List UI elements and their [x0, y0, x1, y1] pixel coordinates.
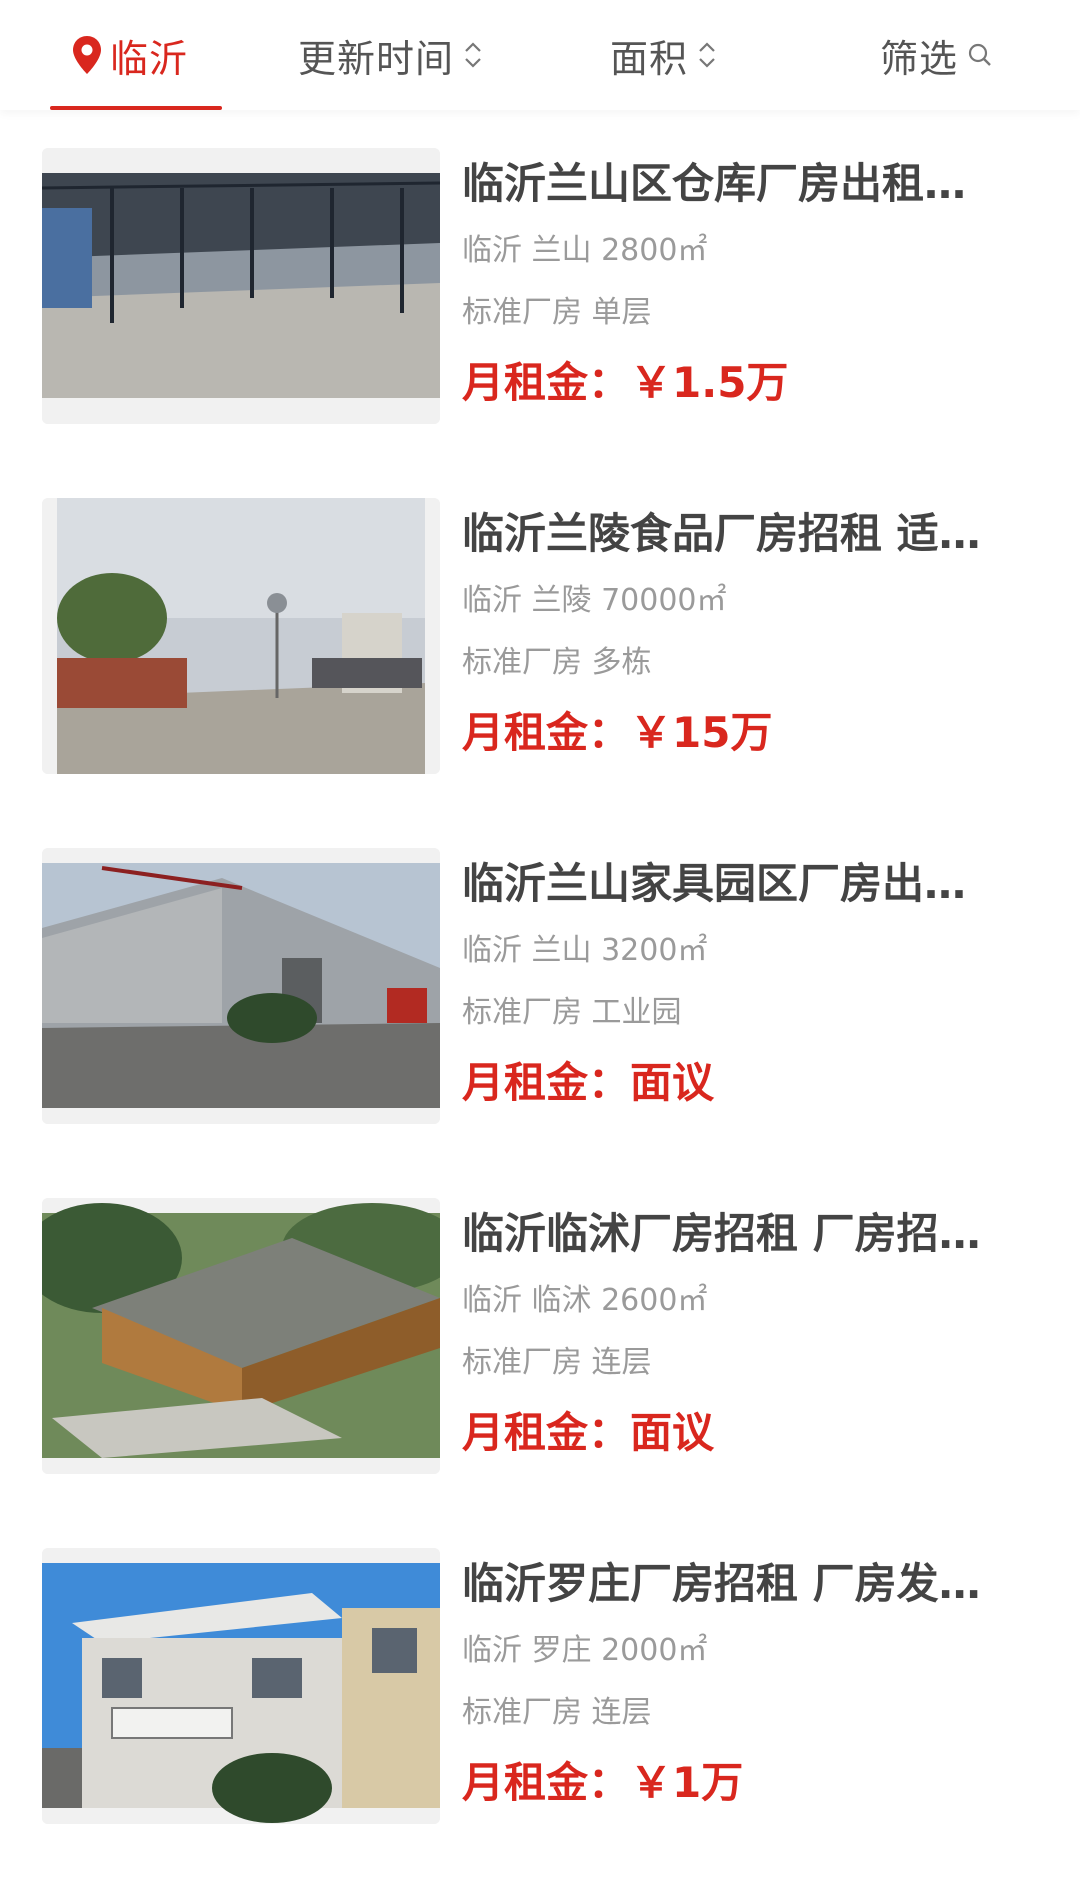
- tab-city-label: 临沂: [110, 36, 189, 81]
- warehouse-interior-photo: [42, 148, 440, 424]
- price-value: ￥1.5万: [630, 358, 789, 407]
- price-label: 月租金：: [462, 1408, 631, 1457]
- filter-bar: 临沂 更新时间 面积 筛选: [0, 0, 1080, 110]
- location-pin-icon: [72, 35, 102, 75]
- listing-location-area: 临沂 兰山 3200㎡: [462, 933, 708, 968]
- listing-info: 临沂兰山区仓库厂房出租… 临沂 兰山 2800㎡ 标准厂房 单层 月租金：￥1.…: [462, 148, 1022, 421]
- listing-tags: 标准厂房 多栋: [462, 645, 652, 680]
- listing-location-area: 临沂 兰陵 70000㎡: [462, 583, 727, 618]
- industrial-park-building-photo: [42, 848, 440, 1124]
- tab-filter[interactable]: 筛选: [880, 0, 994, 110]
- listing-location-area: 临沂 临沭 2600㎡: [462, 1283, 708, 1318]
- listing-title[interactable]: 临沂兰陵食品厂房招租 适…: [462, 506, 1022, 562]
- office-building-photo: [42, 1548, 440, 1824]
- listing-card[interactable]: 临沂罗庄厂房招租 厂房发… 临沂 罗庄 2000㎡ 标准厂房 连层 月租金：￥1…: [0, 1510, 1080, 1860]
- price-value: ￥1万: [630, 1758, 744, 1807]
- listing-tags: 标准厂房 单层: [462, 295, 652, 330]
- listing-title[interactable]: 临沂兰山区仓库厂房出租…: [462, 156, 1022, 212]
- listing-thumbnail: [42, 498, 440, 774]
- tab-city[interactable]: 临沂: [50, 0, 222, 110]
- listing-thumbnail: [42, 1198, 440, 1474]
- listing-info: 临沂兰山家具园区厂房出… 临沂 兰山 3200㎡ 标准厂房 工业园 月租金：面议: [462, 848, 1022, 1121]
- listing-title[interactable]: 临沂罗庄厂房招租 厂房发…: [462, 1556, 1022, 1612]
- search-icon: [966, 40, 994, 70]
- listing-price: 月租金：￥1.5万: [462, 354, 1022, 421]
- listing-info: 临沂兰陵食品厂房招租 适… 临沂 兰陵 70000㎡ 标准厂房 多栋 月租金：￥…: [462, 498, 1022, 771]
- listing-card[interactable]: 临沂兰陵食品厂房招租 适… 临沂 兰陵 70000㎡ 标准厂房 多栋 月租金：￥…: [0, 460, 1080, 810]
- listing-card[interactable]: 临沂兰山家具园区厂房出… 临沂 兰山 3200㎡ 标准厂房 工业园 月租金：面议: [0, 810, 1080, 1160]
- listing-card[interactable]: 临沂兰山区仓库厂房出租… 临沂 兰山 2800㎡ 标准厂房 单层 月租金：￥1.…: [0, 110, 1080, 460]
- listing-tags: 标准厂房 连层: [462, 1695, 652, 1730]
- price-label: 月租金：: [462, 358, 631, 407]
- price-value: 面议: [630, 1058, 715, 1107]
- tab-filter-label: 筛选: [880, 36, 959, 81]
- listing-card[interactable]: 临沂临沭厂房招租 厂房招… 临沂 临沭 2600㎡ 标准厂房 连层 月租金：面议: [0, 1160, 1080, 1510]
- price-value: ￥15万: [630, 708, 773, 757]
- listing-thumbnail: [42, 848, 440, 1124]
- tab-sort-update-time-label: 更新时间: [298, 36, 455, 81]
- factory-rendering-photo: [42, 1198, 440, 1474]
- listing-thumbnail: [42, 1548, 440, 1824]
- tab-sort-update-time[interactable]: 更新时间: [298, 0, 484, 110]
- listing-info: 临沂罗庄厂房招租 厂房发… 临沂 罗庄 2000㎡ 标准厂房 连层 月租金：￥1…: [462, 1548, 1022, 1821]
- factory-gate-photo: [42, 498, 440, 774]
- listing-tags: 标准厂房 连层: [462, 1345, 652, 1380]
- sort-updown-icon: [696, 38, 718, 72]
- listing-tags: 标准厂房 工业园: [462, 995, 682, 1030]
- tab-sort-area[interactable]: 面积: [610, 0, 718, 110]
- listing-thumbnail: [42, 148, 440, 424]
- listing-title[interactable]: 临沂兰山家具园区厂房出…: [462, 856, 1022, 912]
- listing-price: 月租金：￥15万: [462, 704, 1022, 771]
- listing-location-area: 临沂 兰山 2800㎡: [462, 233, 708, 268]
- listing-location-area: 临沂 罗庄 2000㎡: [462, 1633, 708, 1668]
- listing-price: 月租金：面议: [462, 1404, 1022, 1471]
- listing-info: 临沂临沭厂房招租 厂房招… 临沂 临沭 2600㎡ 标准厂房 连层 月租金：面议: [462, 1198, 1022, 1471]
- listing-price: 月租金：￥1万: [462, 1754, 1022, 1821]
- price-value: 面议: [630, 1408, 715, 1457]
- price-label: 月租金：: [462, 708, 631, 757]
- listing-price: 月租金：面议: [462, 1054, 1022, 1121]
- price-label: 月租金：: [462, 1058, 631, 1107]
- tab-sort-area-label: 面积: [610, 36, 689, 81]
- sort-updown-icon: [462, 38, 484, 72]
- listing-title[interactable]: 临沂临沭厂房招租 厂房招…: [462, 1206, 1022, 1262]
- price-label: 月租金：: [462, 1758, 631, 1807]
